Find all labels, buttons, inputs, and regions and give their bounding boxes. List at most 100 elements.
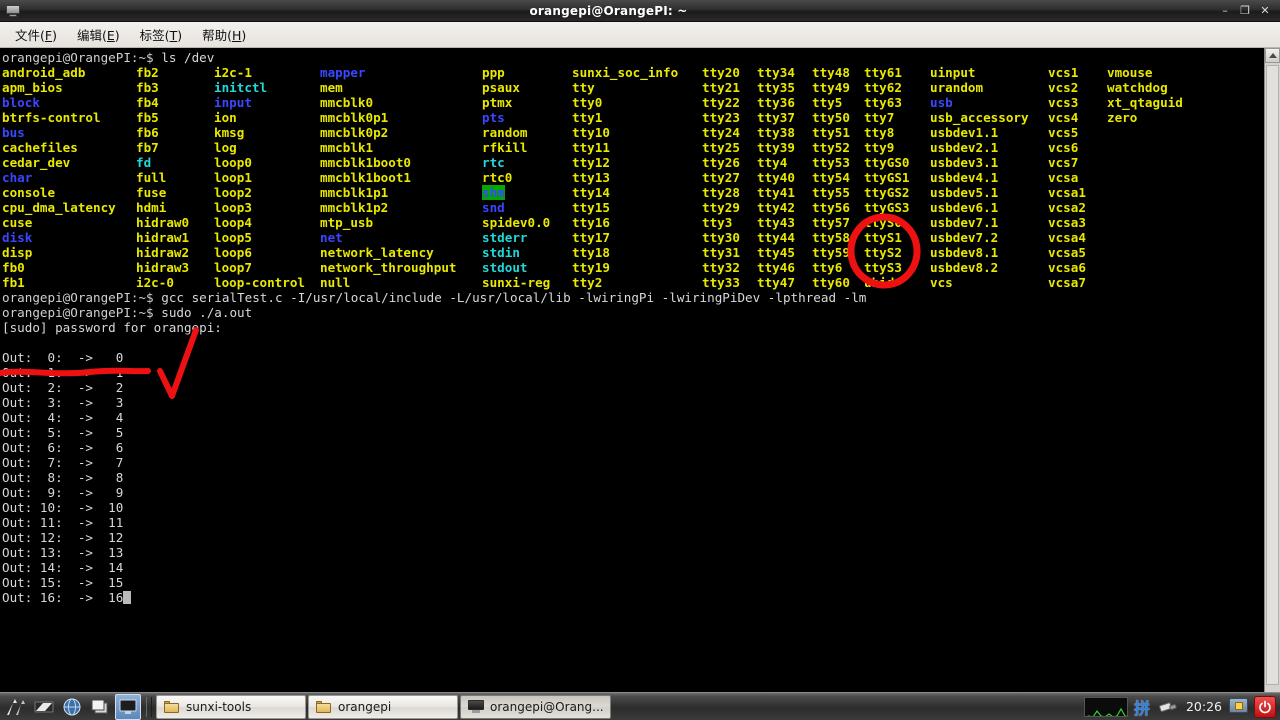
usb-device-icon[interactable]	[1157, 698, 1179, 716]
maximize-button[interactable]: ❐	[1236, 1, 1254, 21]
terminal-launcher-icon[interactable]	[115, 693, 141, 720]
ls-entry: tty35	[757, 80, 795, 95]
menu-item-edit[interactable]: 编辑(E)	[68, 22, 129, 47]
ls-entry: zero	[1107, 110, 1138, 125]
ls-entry: usbdev4.1	[930, 170, 999, 185]
web-browser-icon[interactable]	[59, 694, 85, 720]
ls-entry: tty22	[702, 95, 740, 110]
task-terminal[interactable]: orangepi@Orang...	[460, 694, 611, 719]
show-desktop-icon[interactable]	[87, 694, 113, 720]
ls-entry: vcs3	[1048, 95, 1079, 110]
ls-entry: console	[2, 185, 56, 200]
scrollbar-thumb[interactable]	[1266, 65, 1279, 685]
ls-entry: btrfs-control	[2, 110, 101, 125]
ls-entry: random	[482, 125, 528, 140]
ls-entry: spidev0.0	[482, 215, 551, 230]
file-manager-icon[interactable]	[31, 694, 57, 720]
ls-entry: tty3	[702, 215, 733, 230]
input-method-indicator[interactable]: 拼	[1134, 695, 1150, 719]
ls-entry: mmcblk0p1	[320, 110, 389, 125]
ls-entry: android_adb	[2, 65, 86, 80]
clock[interactable]: 20:26	[1186, 699, 1222, 714]
ls-entry: ttyS0	[864, 215, 902, 230]
ls-entry: ppp	[482, 65, 505, 80]
ls-entry: fb6	[136, 125, 159, 140]
ls-entry: vcsa4	[1048, 230, 1086, 245]
program-output-row: Out: 12: -> 12	[2, 530, 1264, 545]
ls-entry: tty42	[757, 200, 795, 215]
ls-entry: network_latency	[320, 245, 434, 260]
power-button-icon[interactable]	[1254, 695, 1276, 718]
ls-entry: hidraw0	[136, 215, 190, 230]
cpu-monitor-graph[interactable]	[1083, 696, 1128, 717]
menu-item-file[interactable]: 文件(F)	[6, 22, 66, 47]
program-output-row: Out: 15: -> 15	[2, 575, 1264, 590]
program-output-text: Out: 3: -> 3	[2, 395, 124, 410]
ls-entry: ttyGS2	[864, 185, 910, 200]
ls-entry: rfkill	[482, 140, 528, 155]
ls-entry: block	[2, 95, 40, 110]
ls-entry: tty14	[572, 185, 610, 200]
ls-entry: tty49	[812, 80, 850, 95]
program-output-row: Out: 13: -> 13	[2, 545, 1264, 560]
ls-entry: mmcblk1boot1	[320, 170, 411, 185]
command-gcc: gcc serialTest.c -I/usr/local/include -L…	[161, 290, 867, 305]
task-terminal-label: orangepi@Orang...	[490, 699, 604, 714]
sudo-password-prompt: [sudo] password for orangepi:	[2, 320, 1264, 335]
program-output-row: Out: 11: -> 11	[2, 515, 1264, 530]
program-output-row: Out: 3: -> 3	[2, 395, 1264, 410]
menu-item-file-accel: F	[44, 28, 53, 43]
taskbar-separator	[146, 696, 152, 717]
ls-entry: tty34	[757, 65, 795, 80]
close-button[interactable]: ✕	[1256, 1, 1274, 21]
ls-entry: tty45	[757, 245, 795, 260]
app-menu-icon[interactable]	[3, 694, 29, 720]
menu-item-tabs[interactable]: 标签(T)	[131, 22, 191, 47]
ls-entry: tty40	[757, 170, 795, 185]
menu-item-help-accel: H	[231, 28, 242, 43]
ls-entry: tty7	[864, 110, 895, 125]
ls-entry: urandom	[930, 80, 984, 95]
ls-entry: tty21	[702, 80, 740, 95]
terminal-command-line: orangepi@OrangePI:~$ ls /dev	[2, 50, 1264, 65]
minimize-button[interactable]: –	[1216, 1, 1234, 21]
ls-entry: full	[136, 170, 167, 185]
ls-entry: ptmx	[482, 95, 513, 110]
ls-entry: tty29	[702, 200, 740, 215]
ls-entry: uinput	[930, 65, 976, 80]
ls-entry: disk	[2, 230, 33, 245]
ls-entry: i2c-1	[214, 65, 252, 80]
ls-entry: tty59	[812, 245, 850, 260]
ls-entry: cachefiles	[2, 140, 78, 155]
window-titlebar[interactable]: orangepi@OrangePI: ~ – ❐ ✕	[0, 0, 1280, 22]
ls-entry: tty24	[702, 125, 740, 140]
screen-lock-icon[interactable]	[1229, 697, 1249, 717]
ls-entry: vmouse	[1107, 65, 1153, 80]
ls-entry: vcsa	[1048, 170, 1079, 185]
ls-entry: tty31	[702, 245, 740, 260]
program-output-row: Out: 2: -> 2	[2, 380, 1264, 395]
ls-entry: log	[214, 140, 237, 155]
ls-entry: tty48	[812, 65, 850, 80]
program-output-text: Out: 0: -> 0	[2, 350, 124, 365]
system-tray: 拼 20:26	[1083, 693, 1280, 720]
ls-entry: tty33	[702, 275, 740, 290]
terminal-scrollbar[interactable]	[1264, 48, 1280, 692]
task-sunxi-tools[interactable]: sunxi-tools	[156, 694, 306, 719]
task-orangepi[interactable]: orangepi	[308, 694, 458, 719]
ls-entry: i2c-0	[136, 275, 174, 290]
ls-entry: net	[320, 230, 343, 245]
menu-item-help[interactable]: 帮助(H)	[193, 22, 255, 47]
ls-entry: vcsa6	[1048, 260, 1086, 275]
ls-entry: hdmi	[136, 200, 167, 215]
ls-entry: loop0	[214, 155, 252, 170]
ls-entry: tty37	[757, 110, 795, 125]
ls-entry: stdin	[482, 245, 520, 260]
ls-entry: xt_qtaguid	[1107, 95, 1183, 110]
ls-entry: vcsa3	[1048, 215, 1086, 230]
ls-entry: mmcblk1	[320, 140, 374, 155]
terminal-output-area[interactable]: orangepi@OrangePI:~$ ls /dev android_adb a…	[0, 48, 1264, 692]
ls-entry: sunxi_soc_info	[572, 65, 679, 80]
program-output-text: Out: 12: -> 12	[2, 530, 124, 545]
scrollbar-up-arrow-icon[interactable]	[1265, 48, 1280, 63]
